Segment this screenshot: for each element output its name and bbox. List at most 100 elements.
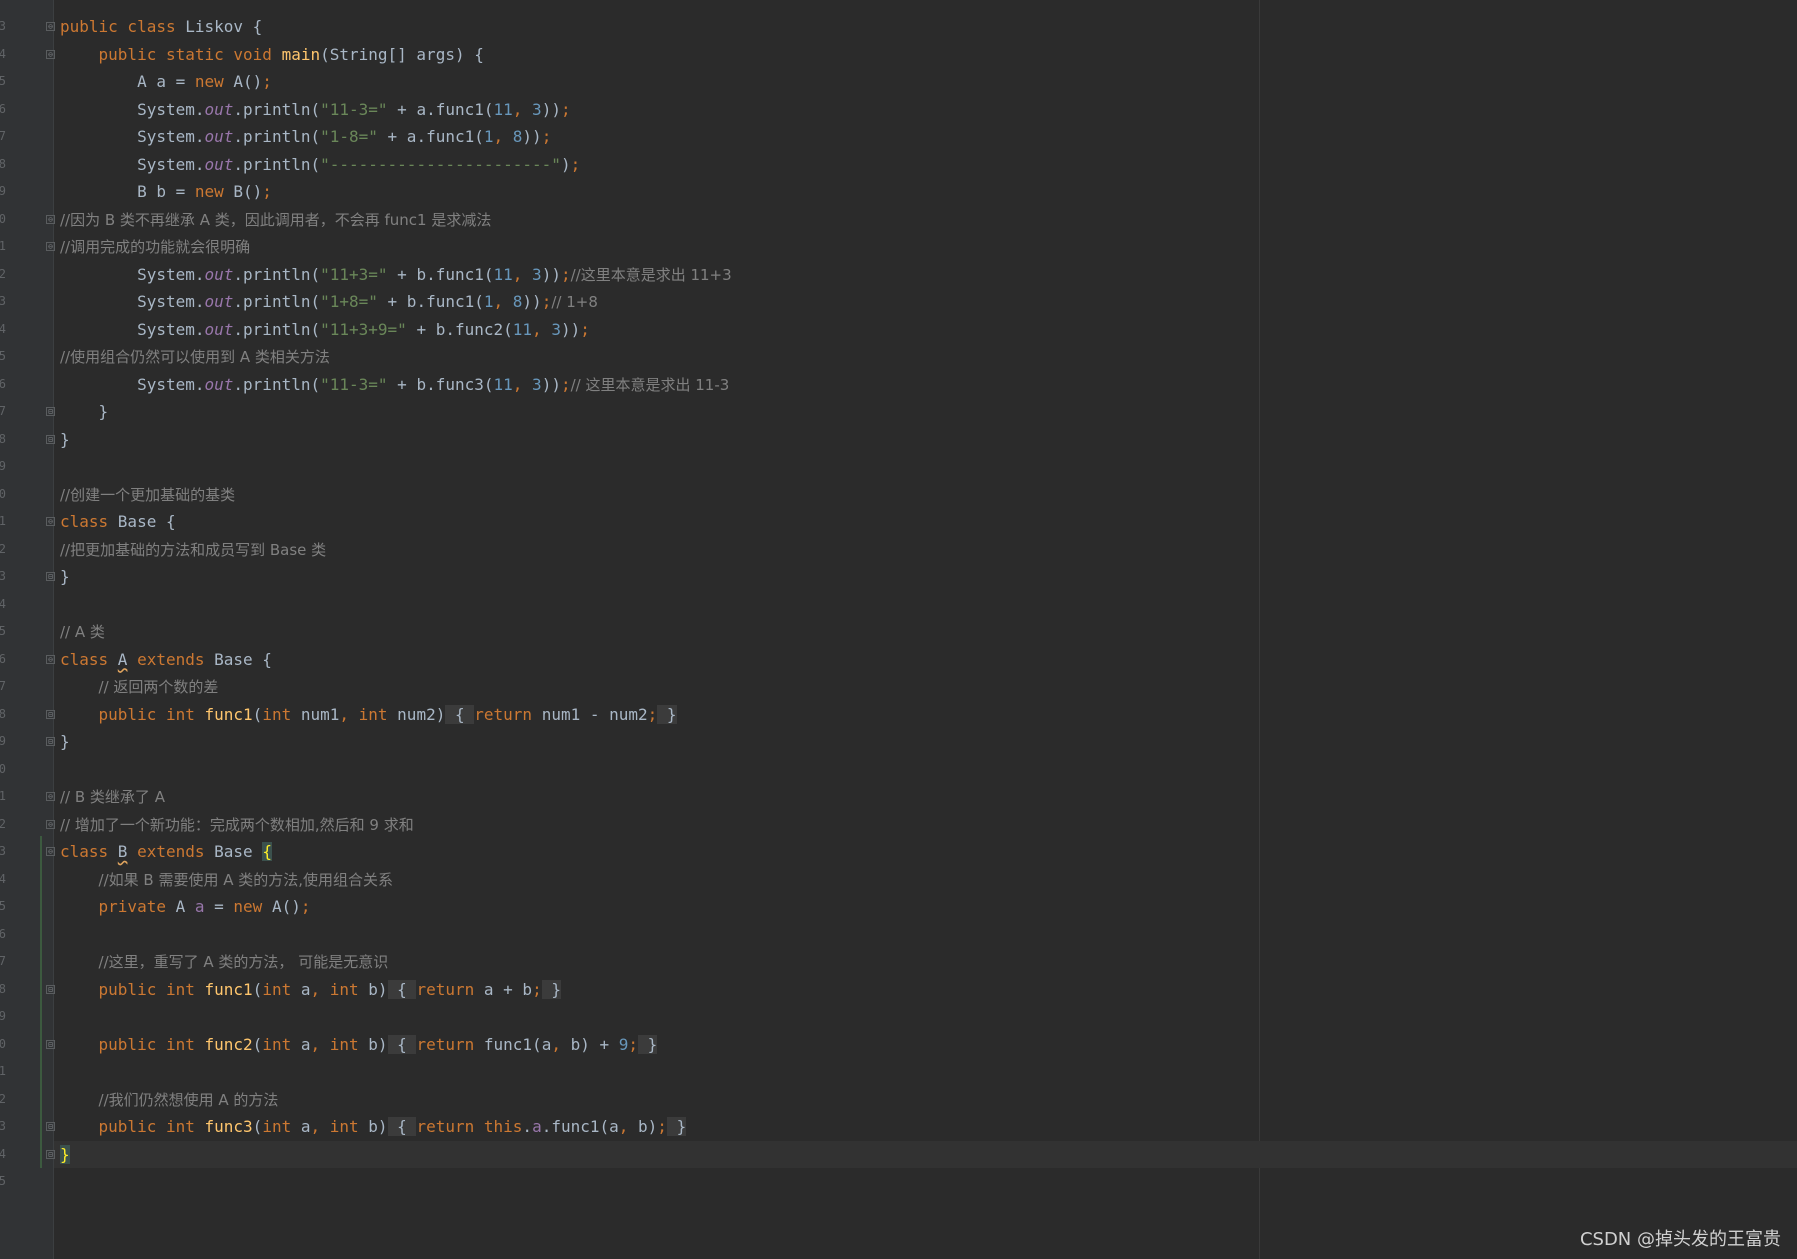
code-line[interactable]: // B 类继承了 A <box>60 783 732 811</box>
code-line[interactable]: //使用组合仍然可以使用到 A 类相关方法 <box>60 343 732 371</box>
line-number: 8 <box>0 981 6 996</box>
fold-toggle-icon[interactable]: ⊟ <box>46 1039 55 1049</box>
code-token: public int <box>98 704 205 724</box>
code-line[interactable]: //如果 B 需要使用 A 类的方法,使用组合关系 <box>60 866 732 894</box>
code-token: //把更加基础的方法和成员写到 Base 类 <box>60 540 327 559</box>
fold-toggle-icon[interactable]: ⊖ <box>46 847 55 856</box>
fold-toggle-icon[interactable]: ⊟ <box>46 1149 55 1159</box>
code-line[interactable]: } <box>60 398 732 426</box>
code-line[interactable]: } <box>60 426 732 454</box>
line-number: 1 <box>0 1064 6 1078</box>
fold-toggle-icon[interactable]: ⊟ <box>46 434 55 444</box>
code-line[interactable]: //调用完成的功能就会很明确 <box>60 233 732 261</box>
code-editor[interactable]: public class Liskov { public static void… <box>60 13 732 1168</box>
code-line[interactable]: public int func1(int num1, int num2) { r… <box>60 701 732 729</box>
code-line[interactable]: class Base { <box>60 508 732 536</box>
code-token: num2) <box>397 704 446 724</box>
code-line[interactable]: class B extends Base { <box>60 838 732 866</box>
code-line[interactable]: System.out.println("--------------------… <box>60 151 732 179</box>
code-token: (String[] args) { <box>320 44 484 64</box>
code-line[interactable]: public int func3(int a , int b) { return … <box>60 1113 732 1141</box>
fold-toggle-icon[interactable]: ⊟ <box>46 709 55 719</box>
code-line[interactable]: public int func1(int a, int b) { return … <box>60 976 732 1004</box>
code-token: + b.func3( <box>387 374 494 394</box>
code-token: + b.func1( <box>387 264 494 284</box>
code-line[interactable] <box>60 921 732 949</box>
code-token: out <box>204 127 234 146</box>
fold-toggle-icon[interactable]: ⊟ <box>46 984 55 994</box>
fold-toggle-icon[interactable]: ⊟ <box>46 1122 55 1131</box>
code-line[interactable]: public class Liskov { <box>60 13 732 41</box>
code-line[interactable]: private A a = new A(); <box>60 893 732 921</box>
code-token: b) + <box>570 1034 619 1054</box>
code-line[interactable]: System.out.println("1-8=" + a.func1(1, 8… <box>60 123 732 151</box>
code-token: ; <box>541 127 552 146</box>
code-token: a <box>532 1117 542 1136</box>
code-token: int <box>262 1117 301 1136</box>
fold-toggle-icon[interactable]: ⊟ <box>46 737 55 746</box>
line-number: 2 <box>0 816 6 831</box>
fold-toggle-icon[interactable]: ⊟ <box>46 407 55 416</box>
code-token: public static void <box>98 44 282 64</box>
code-token: System. <box>60 127 205 146</box>
fold-toggle-icon[interactable]: ⊟ <box>46 572 55 581</box>
line-number: 9 <box>0 459 6 473</box>
code-token: .println( <box>233 127 321 146</box>
fold-toggle-icon[interactable]: ⊖ <box>46 517 55 526</box>
code-line[interactable]: // A 类 <box>60 618 732 646</box>
code-line[interactable]: A a = new A(); <box>60 68 732 96</box>
code-token: new <box>194 182 234 201</box>
code-token: .println( <box>233 319 321 339</box>
code-line[interactable]: System.out.println("11-3=" + b.func3(11,… <box>60 371 732 399</box>
fold-toggle-icon[interactable]: ⊖ <box>46 242 55 251</box>
code-token: System. <box>60 319 205 339</box>
code-line[interactable]: //创建一个更加基础的基类 <box>60 481 732 509</box>
code-token: return <box>416 979 484 999</box>
code-line[interactable]: B b = new B(); <box>60 178 732 206</box>
code-line[interactable]: System.out.println("11-3=" + a.func1(11,… <box>60 96 732 124</box>
code-line[interactable]: public int func2(int a, int b) { return … <box>60 1031 732 1059</box>
code-line[interactable]: } <box>60 728 732 756</box>
code-token: , int <box>310 1034 369 1054</box>
code-token: Base { <box>117 512 176 531</box>
code-line[interactable]: System.out.println("11+3=" + b.func1(11,… <box>60 261 732 289</box>
code-line[interactable]: //把更加基础的方法和成员写到 Base 类 <box>60 536 732 564</box>
code-line[interactable]: class A extends Base { <box>60 646 732 674</box>
code-token: A <box>175 897 195 916</box>
fold-toggle-icon[interactable]: ⊖ <box>46 22 55 31</box>
code-token: System. <box>60 264 205 284</box>
code-line[interactable]: } <box>60 563 732 591</box>
fold-toggle-icon[interactable]: ⊖ <box>46 654 55 664</box>
code-line[interactable]: System.out.println("1+8=" + b.func1(1, 8… <box>60 288 732 316</box>
code-line[interactable]: System.out.println("11+3+9=" + b.func2(1… <box>60 316 732 344</box>
code-line[interactable] <box>60 1058 732 1086</box>
code-token: , <box>512 264 533 284</box>
code-line[interactable]: //我们仍然想使用 A 的方法 <box>60 1086 732 1114</box>
code-token: 3 <box>532 374 542 394</box>
fold-toggle-icon[interactable]: ⊖ <box>46 792 55 801</box>
code-line[interactable] <box>60 453 732 481</box>
fold-toggle-icon[interactable]: ⊖ <box>46 49 55 59</box>
code-token: , int <box>339 704 398 724</box>
code-token: ; <box>570 154 581 174</box>
code-token: out <box>204 292 234 311</box>
code-line[interactable]: //这里，重写了 A 类的方法， 可能是无意识 <box>60 948 732 976</box>
fold-toggle-icon[interactable]: ⊖ <box>46 819 55 829</box>
code-line[interactable]: } <box>60 1141 732 1169</box>
code-line[interactable]: //因为 B 类不再继承 A 类，因此调用者，不会再 func1 是求减法 <box>60 206 732 234</box>
code-token: } <box>60 732 70 751</box>
code-line[interactable] <box>60 1003 732 1031</box>
code-line[interactable]: // 返回两个数的差 <box>60 673 732 701</box>
code-token: num1 <box>300 704 340 724</box>
line-number: 4 <box>0 871 6 886</box>
code-line[interactable]: // 增加了一个新功能：完成两个数相加,然后和 9 求和 <box>60 811 732 839</box>
fold-toggle-icon[interactable]: ⊖ <box>46 214 55 224</box>
code-token: public int <box>98 1117 205 1136</box>
code-token: 1 <box>483 292 494 311</box>
code-line[interactable] <box>60 756 732 784</box>
code-line[interactable] <box>60 591 732 619</box>
line-number: 9 <box>0 1009 6 1023</box>
code-line[interactable]: public static void main(String[] args) { <box>60 41 732 69</box>
